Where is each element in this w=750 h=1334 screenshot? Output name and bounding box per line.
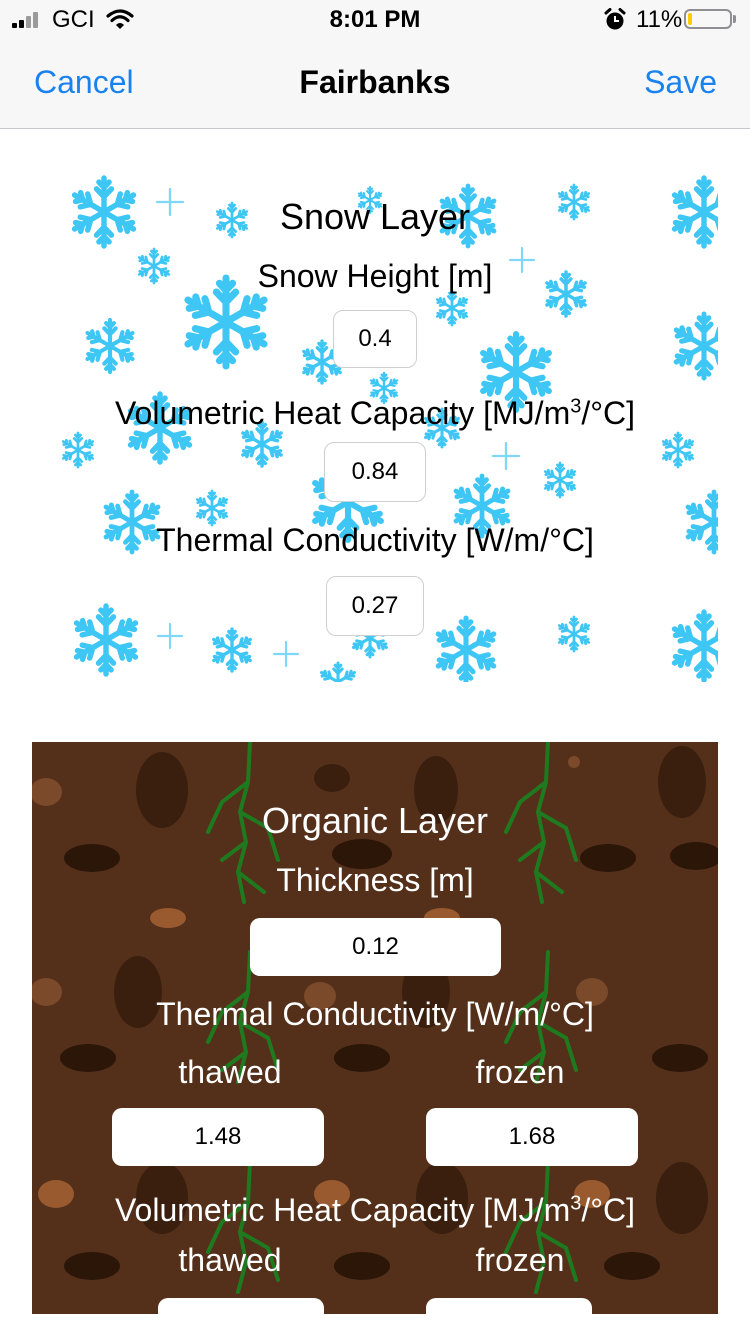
page-title: Fairbanks (299, 64, 451, 100)
snow-height-label: Snow Height [m] (257, 258, 493, 294)
snow-tc-label: Thermal Conductivity [W/m/°C] (156, 522, 594, 558)
vhc-frozen-input[interactable] (426, 1298, 592, 1314)
tc-frozen-label: frozen (475, 1054, 565, 1090)
vhc-thawed-input[interactable] (158, 1298, 324, 1314)
battery-percent: 11% (636, 6, 683, 33)
navigation-bar: Cancel Fairbanks Save (0, 40, 750, 129)
alarm-icon (604, 8, 626, 30)
thickness-label: Thickness [m] (276, 862, 474, 898)
vhc-thawed-label: thawed (178, 1242, 282, 1278)
snow-vhc-label: Volumetric Heat Capacity [MJ/m3/°C] (114, 395, 636, 431)
tc-thawed-label: thawed (178, 1054, 282, 1090)
battery-cap (733, 15, 736, 23)
snow-tc-input[interactable]: 0.27 (326, 576, 424, 636)
snow-vhc-input[interactable]: 0.84 (324, 442, 426, 502)
organic-layer-section: Organic Layer Thickness [m] 0.12 Thermal… (32, 742, 718, 1314)
battery-icon (684, 9, 732, 29)
vhc-frozen-label: frozen (475, 1242, 565, 1278)
snow-layer-section: Snow Layer Snow Height [m] 0.4 Volumetri… (32, 150, 718, 682)
thickness-input[interactable]: 0.12 (250, 918, 501, 976)
tc-frozen-input[interactable]: 1.68 (426, 1108, 638, 1166)
status-bar: GCI 8:01 PM 11% (0, 0, 750, 40)
organic-vhc-label: Volumetric Heat Capacity [MJ/m3/°C] (114, 1192, 636, 1228)
save-button[interactable]: Save (644, 64, 717, 101)
tc-thawed-input[interactable]: 1.48 (112, 1108, 324, 1166)
snow-layer-title: Snow Layer (279, 196, 471, 237)
organic-layer-title: Organic Layer (261, 800, 489, 841)
organic-tc-label: Thermal Conductivity [W/m/°C] (156, 996, 594, 1032)
snow-height-input[interactable]: 0.4 (333, 310, 417, 368)
